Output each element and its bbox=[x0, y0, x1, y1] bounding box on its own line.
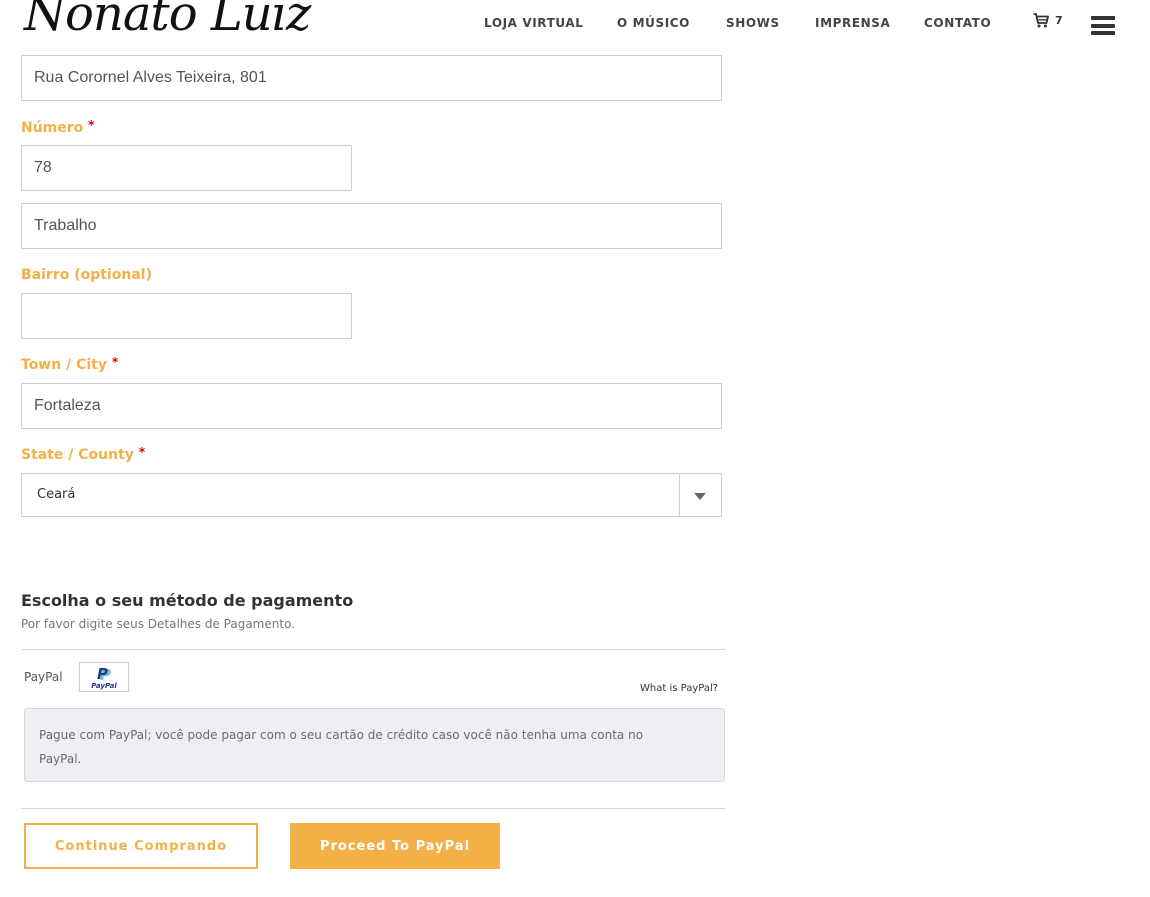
paypal-method-label[interactable]: PayPal bbox=[24, 670, 63, 684]
bairro-label: Bairro (optional) bbox=[21, 267, 152, 283]
state-select[interactable]: Ceará bbox=[21, 473, 722, 517]
proceed-to-paypal-button[interactable]: Proceed To PayPal bbox=[290, 823, 500, 869]
required-mark: * bbox=[111, 355, 119, 369]
address-field[interactable] bbox=[21, 55, 722, 101]
divider bbox=[21, 808, 725, 809]
paypal-logo-icon: P P PayPal bbox=[79, 662, 129, 692]
hamburger-menu-icon[interactable] bbox=[1091, 16, 1115, 35]
paypal-description: Pague com PayPal; você pode pagar com o … bbox=[39, 728, 644, 766]
numero-field[interactable] bbox=[21, 145, 352, 191]
required-mark: * bbox=[88, 118, 95, 132]
city-field[interactable] bbox=[21, 383, 722, 429]
bairro-field[interactable] bbox=[21, 293, 352, 339]
cart-icon bbox=[1033, 13, 1049, 28]
paypal-description-box: Pague com PayPal; você pode pagar com o … bbox=[24, 708, 725, 782]
payment-subheading: Por favor digite seus Detalhes de Pagame… bbox=[21, 617, 296, 631]
numero-label: Número * bbox=[21, 118, 95, 136]
nav-item-loja-virtual[interactable]: LOJA VIRTUAL bbox=[484, 16, 584, 30]
continue-shopping-button[interactable]: Continue Comprando bbox=[24, 823, 258, 869]
divider bbox=[21, 649, 725, 650]
chevron-down-icon[interactable] bbox=[679, 474, 721, 516]
city-label: Town / City * bbox=[21, 355, 119, 373]
payment-heading: Escolha o seu método de pagamento bbox=[21, 591, 354, 610]
nav-item-shows[interactable]: SHOWS bbox=[726, 16, 780, 30]
what-is-paypal-link[interactable]: What is PayPal? bbox=[640, 683, 718, 694]
required-mark: * bbox=[138, 445, 146, 459]
state-selected-value: Ceará bbox=[37, 487, 76, 502]
nav-item-o-musico[interactable]: O MÚSICO bbox=[617, 16, 690, 30]
state-label: State / County * bbox=[21, 445, 146, 463]
site-logo[interactable]: Nonato Luiz bbox=[24, 0, 311, 42]
cart-button[interactable]: 7 bbox=[1033, 13, 1063, 28]
nav-item-imprensa[interactable]: IMPRENSA bbox=[815, 16, 890, 30]
complemento-field[interactable] bbox=[21, 203, 722, 249]
nav-item-contato[interactable]: CONTATO bbox=[924, 16, 991, 30]
cart-count: 7 bbox=[1055, 14, 1063, 27]
